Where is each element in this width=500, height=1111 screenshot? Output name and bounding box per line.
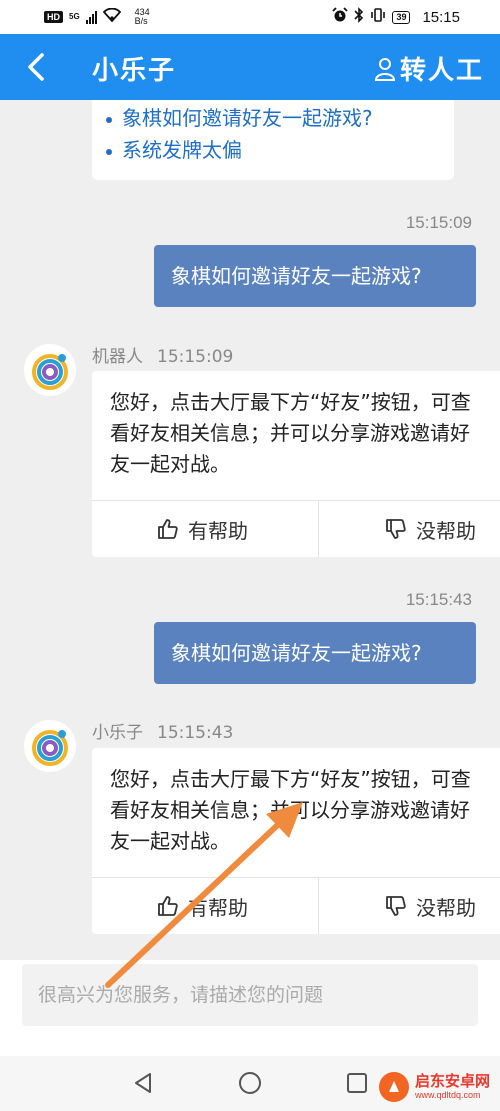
message-timestamp: 15:15:09	[405, 213, 472, 232]
triangle-back-icon	[135, 1073, 151, 1093]
bot-avatar[interactable]	[24, 344, 76, 396]
helpful-button[interactable]: 有帮助	[156, 501, 248, 557]
square-recents-icon	[347, 1073, 367, 1093]
message-timestamp: 15:15:09	[157, 347, 234, 367]
chat-area[interactable]: 象棋如何邀请好友一起游戏? 系统发牌太偏 15:15:09 象棋如何邀请好友一起…	[0, 100, 500, 960]
faq-item[interactable]: 系统发牌太偏	[106, 134, 242, 163]
signal-icon	[85, 10, 97, 24]
nav-home-button[interactable]	[237, 1070, 263, 1096]
faq-item-label: 象棋如何邀请好友一起游戏?	[122, 106, 373, 130]
faq-item-label: 系统发牌太偏	[122, 138, 242, 162]
bot-message-card: 您好，点击大厅最下方“好友”按钮，可查 看好友相关信息；并可以分享游戏邀请好 友…	[92, 748, 500, 934]
nav-back-button[interactable]	[130, 1070, 156, 1096]
bot-message-text: 您好，点击大厅最下方“好友”按钮，可查 看好友相关信息；并可以分享游戏邀请好 友…	[110, 390, 471, 476]
watermark-logo-icon	[378, 1072, 409, 1102]
wifi-icon	[102, 7, 121, 26]
transfer-label: 转人工	[399, 56, 484, 86]
sender-name: 机器人	[92, 347, 143, 367]
helpful-label: 有帮助	[188, 518, 248, 543]
watermark-url: www.qdltdq.com	[414, 1090, 481, 1100]
message-input[interactable]	[22, 964, 478, 1026]
user-message-bubble[interactable]: 象棋如何邀请好友一起游戏?	[154, 622, 476, 684]
alarm-icon	[332, 7, 349, 27]
watermark-name: 启东安卓网	[414, 1072, 490, 1090]
back-button[interactable]	[20, 50, 54, 84]
helpful-label: 有帮助	[188, 895, 248, 920]
sender-name: 小乐子	[92, 723, 143, 743]
message-timestamp: 15:15:43	[405, 590, 472, 609]
bot-message-meta: 小乐子 15:15:43	[92, 718, 233, 743]
not-helpful-label: 没帮助	[416, 518, 476, 543]
nav-recents-button[interactable]	[344, 1070, 370, 1096]
bot-message-card: 您好，点击大厅最下方“好友”按钮，可查 看好友相关信息；并可以分享游戏邀请好 友…	[92, 371, 500, 557]
thumbs-down-icon	[386, 519, 406, 539]
input-bar	[0, 960, 500, 1056]
bot-avatar[interactable]	[24, 720, 76, 772]
user-message-bubble[interactable]: 象棋如何邀请好友一起游戏?	[154, 245, 476, 307]
helpful-button[interactable]: 有帮助	[156, 878, 248, 934]
watermark-text: 启东安卓网 www.qdltdq.com	[415, 1073, 490, 1101]
battery-icon: 39	[392, 10, 411, 24]
faq-card: 象棋如何邀请好友一起游戏? 系统发牌太偏	[92, 100, 454, 180]
chat-header: 小乐子 转人工	[0, 34, 500, 100]
divider	[318, 501, 319, 557]
transfer-to-human-button[interactable]: 转人工	[374, 50, 484, 87]
thumbs-up-icon	[158, 519, 178, 539]
network-speed-unit: B/s	[134, 16, 148, 26]
watermark: 启东安卓网 www.qdltdq.com	[378, 1072, 490, 1102]
bullet-icon	[106, 148, 112, 155]
thumbs-up-icon	[158, 896, 178, 916]
status-bar-left: HD 5G 434 B/s	[44, 8, 150, 26]
bluetooth-icon	[354, 7, 364, 27]
circle-home-icon	[239, 1072, 261, 1094]
status-bar-right: 39 15:15	[332, 7, 460, 27]
status-bar: HD 5G 434 B/s 39 15:15	[0, 0, 500, 34]
network-type: 5G	[69, 12, 80, 21]
thumbs-down-icon	[386, 896, 406, 916]
not-helpful-button[interactable]: 没帮助	[384, 878, 476, 934]
person-icon	[374, 57, 395, 81]
faq-item[interactable]: 象棋如何邀请好友一起游戏?	[106, 102, 373, 131]
bot-message-text: 您好，点击大厅最下方“好友”按钮，可查 看好友相关信息；并可以分享游戏邀请好 友…	[110, 767, 471, 853]
status-time: 15:15	[422, 8, 460, 26]
not-helpful-label: 没帮助	[416, 895, 476, 920]
message-timestamp: 15:15:43	[157, 723, 234, 743]
divider	[318, 878, 319, 934]
not-helpful-button[interactable]: 没帮助	[384, 501, 476, 557]
vibrate-icon	[370, 7, 386, 27]
chevron-left-icon	[28, 53, 44, 81]
page-title: 小乐子	[92, 56, 177, 86]
bullet-icon	[106, 116, 112, 123]
network-speed: 434 B/s	[135, 8, 150, 26]
bot-message-meta: 机器人 15:15:09	[92, 342, 233, 367]
hd-badge: HD	[44, 11, 63, 23]
